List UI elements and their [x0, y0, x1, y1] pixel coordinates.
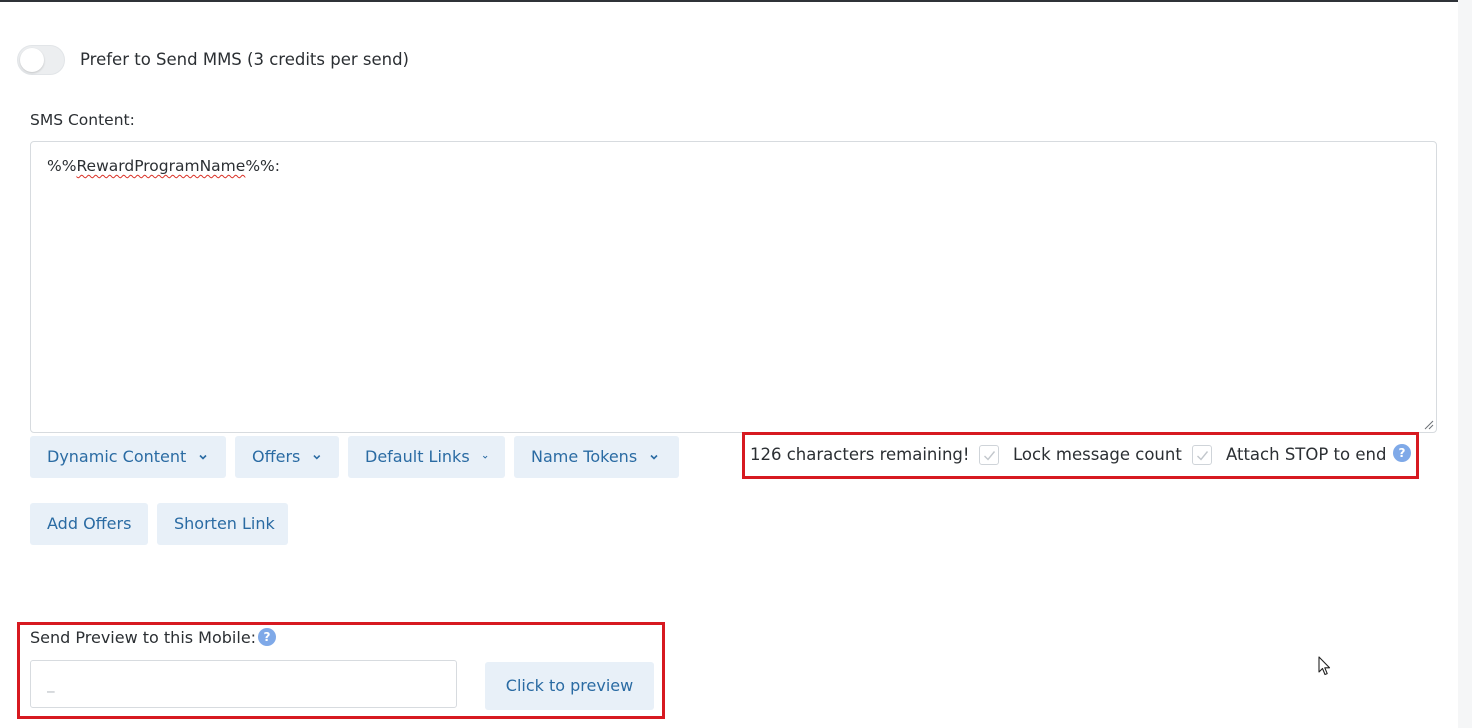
help-icon[interactable]: ?: [258, 628, 276, 646]
preview-mobile-label: Send Preview to this Mobile:: [30, 628, 257, 647]
chevron-down-icon: [199, 454, 207, 460]
check-icon: [1197, 451, 1209, 461]
mouse-pointer-icon: [1318, 656, 1331, 676]
default-links-label: Default Links: [365, 447, 470, 466]
check-icon: [984, 451, 996, 461]
attach-stop-checkbox[interactable]: [1192, 445, 1212, 465]
add-offers-button[interactable]: Add Offers: [30, 503, 148, 545]
preview-mobile-input[interactable]: [30, 660, 457, 708]
resize-handle-icon[interactable]: [1424, 420, 1434, 430]
dynamic-content-dropdown[interactable]: Dynamic Content: [30, 436, 226, 478]
sms-content-textarea[interactable]: %%RewardProgramName%%:: [30, 141, 1437, 433]
toggle-knob: [20, 48, 44, 72]
sms-content-value[interactable]: %%RewardProgramName%%:: [47, 156, 280, 176]
chevron-down-icon: [482, 455, 488, 459]
sms-content-label: SMS Content:: [30, 111, 135, 129]
chevron-down-icon: [313, 455, 321, 460]
attach-stop-label: Attach STOP to end: [1226, 445, 1387, 464]
name-tokens-label: Name Tokens: [531, 447, 638, 466]
top-border: [0, 0, 1458, 2]
scrollbar-track[interactable]: [1458, 0, 1472, 728]
help-icon[interactable]: ?: [1393, 444, 1411, 462]
shorten-link-button[interactable]: Shorten Link: [157, 503, 288, 545]
sms-value-suffix: %%:: [245, 157, 281, 175]
default-links-dropdown[interactable]: Default Links: [348, 436, 505, 478]
dynamic-content-label: Dynamic Content: [47, 447, 187, 466]
mms-toggle[interactable]: [17, 45, 65, 75]
name-tokens-dropdown[interactable]: Name Tokens: [514, 436, 679, 478]
mms-toggle-label: Prefer to Send MMS (3 credits per send): [80, 50, 409, 69]
characters-remaining: 126 characters remaining!: [750, 445, 970, 464]
shorten-link-label: Shorten Link: [174, 514, 275, 533]
lock-message-count-label: Lock message count: [1013, 445, 1182, 464]
sms-value-prefix: %%: [47, 157, 77, 175]
sms-value-token: RewardProgramName: [76, 157, 246, 175]
chevron-down-icon: [650, 454, 658, 460]
click-to-preview-button[interactable]: Click to preview: [485, 662, 654, 710]
offers-label: Offers: [252, 447, 301, 466]
lock-message-count-checkbox[interactable]: [979, 445, 999, 465]
offers-dropdown[interactable]: Offers: [235, 436, 339, 478]
add-offers-label: Add Offers: [47, 514, 132, 533]
